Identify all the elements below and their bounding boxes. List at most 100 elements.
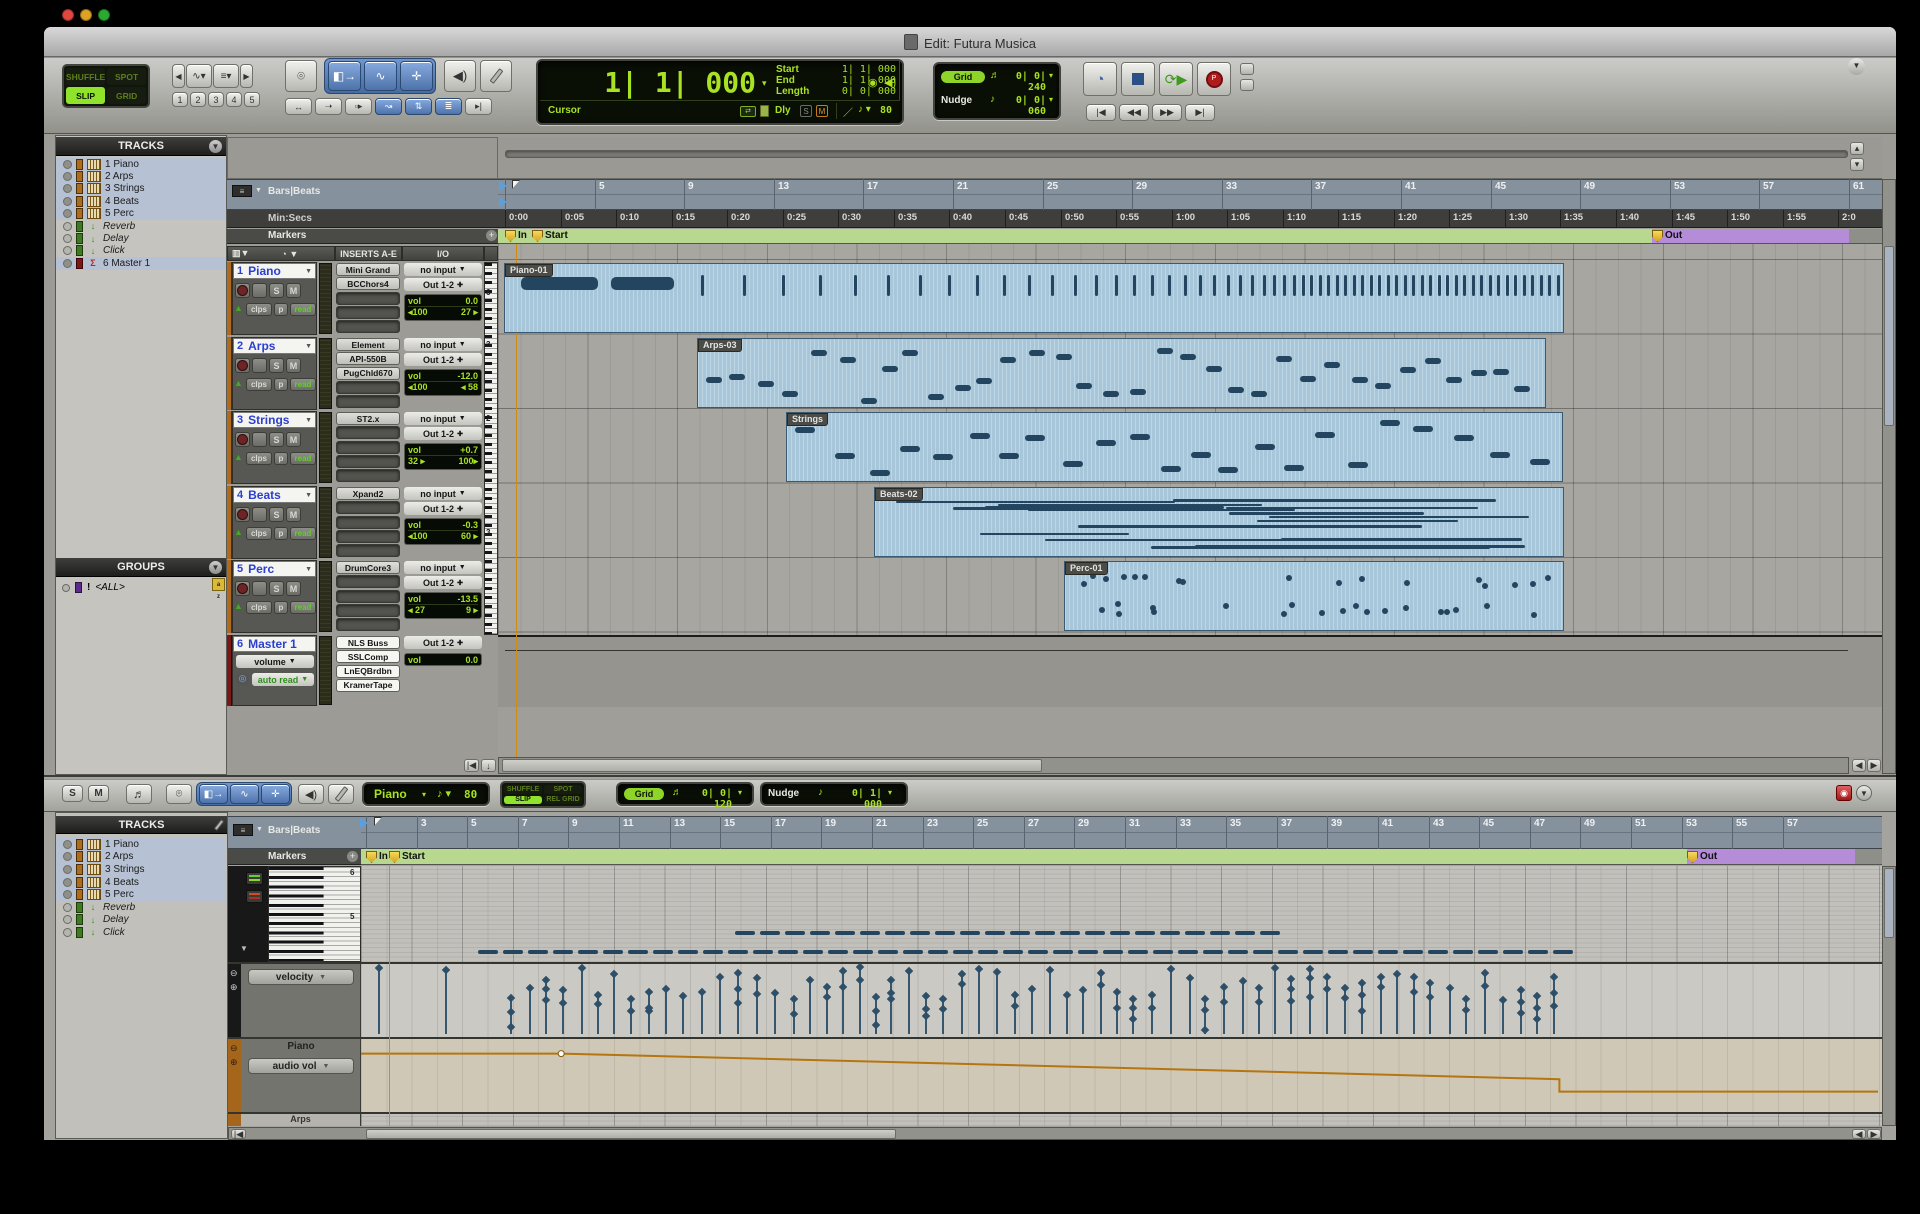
insert-empty-slot[interactable] — [336, 618, 400, 631]
velocity-stem[interactable] — [445, 970, 447, 1034]
velocity-stem[interactable] — [682, 996, 684, 1034]
midi-note[interactable] — [1210, 931, 1230, 935]
insert-empty-slot[interactable] — [336, 395, 400, 408]
editor-hscroll-thumb[interactable] — [366, 1129, 896, 1139]
midi-merge-icon[interactable]: ◉ — [868, 76, 878, 89]
automation-mode-button[interactable]: read — [290, 527, 316, 540]
clip-piano-01[interactable]: Piano-01 — [504, 263, 1564, 333]
velocity-stem[interactable] — [1396, 974, 1398, 1034]
midi-note[interactable] — [1428, 950, 1448, 954]
midi-note[interactable] — [678, 950, 698, 954]
play-button[interactable]: ⟳▶ — [1159, 62, 1193, 96]
midi-note[interactable] — [1228, 950, 1248, 954]
mute-button[interactable]: M — [286, 432, 301, 447]
editor-solo-button[interactable]: S — [62, 785, 83, 802]
timeline-insertion-icon[interactable]: ⇄ — [740, 106, 756, 117]
midi-note[interactable] — [1528, 950, 1548, 954]
grabber-tool-button[interactable]: ✛ — [400, 61, 433, 91]
piano-roll-grid[interactable] — [361, 866, 1882, 962]
auto-enable-icon[interactable]: ◎ — [236, 673, 249, 686]
velocity-stem[interactable] — [1116, 992, 1118, 1034]
midi-note[interactable] — [1078, 950, 1098, 954]
fast-forward-button[interactable]: ▶▶ — [1152, 104, 1182, 121]
midi-note[interactable] — [853, 950, 873, 954]
midi-note[interactable] — [1135, 931, 1155, 935]
insert-xpand2[interactable]: Xpand2 — [336, 487, 400, 500]
midi-note[interactable] — [1103, 950, 1123, 954]
midi-note[interactable] — [835, 931, 855, 935]
edit-list-pencil-icon[interactable] — [217, 819, 221, 834]
editor-add-marker-button[interactable]: + — [347, 851, 358, 862]
midi-note[interactable] — [778, 950, 798, 954]
zoom-preset-5[interactable]: 5 — [244, 92, 260, 107]
playlist-button[interactable]: p — [274, 527, 288, 540]
midi-note[interactable] — [1060, 931, 1080, 935]
midi-note[interactable] — [1260, 931, 1280, 935]
editor-mode-spot[interactable]: SPOT — [544, 785, 582, 794]
editor-grid-value[interactable]: 0| 0| 120 — [684, 788, 732, 810]
midi-note[interactable] — [978, 950, 998, 954]
velocity-stem[interactable] — [996, 972, 998, 1034]
insert-empty-slot[interactable] — [336, 306, 400, 319]
volume-pan-display[interactable]: vol0.0 — [404, 653, 482, 666]
insert-empty-slot[interactable] — [336, 381, 400, 394]
insert-empty-slot[interactable] — [336, 604, 400, 617]
midi-note[interactable] — [1160, 931, 1180, 935]
insert-empty-slot[interactable] — [336, 575, 400, 588]
midi-note[interactable] — [1028, 950, 1048, 954]
velocity-stem[interactable] — [1170, 969, 1172, 1034]
output-selector[interactable]: Out 1-2✚ — [404, 427, 482, 440]
editor-grid-dropdown[interactable]: ▾ — [738, 788, 742, 797]
hscroll-right-arrow[interactable]: ▶ — [1867, 759, 1881, 772]
midi-note[interactable] — [728, 950, 748, 954]
stop-button[interactable] — [1121, 62, 1155, 96]
mode-shuffle-button[interactable]: SHUFFLE — [66, 68, 105, 85]
session-overview-bar[interactable] — [505, 150, 1848, 158]
velocity-stem[interactable] — [529, 988, 531, 1034]
midi-note[interactable] — [1553, 950, 1573, 954]
velocity-lane-selector[interactable]: velocity▼ — [248, 969, 354, 985]
editor-hscroll-left[interactable]: ◀ — [1852, 1129, 1866, 1139]
editor-note-value-icon[interactable]: ♪ ▾ — [437, 787, 451, 800]
editor-grid-button[interactable]: Grid — [624, 788, 664, 800]
sidebar-item-5-perc[interactable]: 5 Perc — [56, 208, 226, 220]
rail-collapse-icon[interactable]: ▼ — [240, 944, 248, 953]
velocity-stem[interactable] — [630, 999, 632, 1034]
nudge-value[interactable]: 0| 0| 060 — [1000, 95, 1046, 117]
track-name-arps[interactable]: 2Arps▼ — [233, 338, 316, 354]
midi-note[interactable] — [1303, 950, 1323, 954]
editor-pencil-tool[interactable] — [328, 784, 354, 804]
zoom-horizontal-out-button[interactable]: ◀ — [172, 64, 185, 88]
sidebar-item-2-arps[interactable]: 2 Arps — [56, 851, 226, 864]
hscroll-left-arrow[interactable]: ◀ — [1852, 759, 1866, 772]
mute-button[interactable]: M — [286, 507, 301, 522]
midi-note[interactable] — [1178, 950, 1198, 954]
insert-api-550b[interactable]: API-550B — [336, 352, 400, 365]
zoom-preset-2[interactable]: 2 — [190, 92, 206, 107]
midi-note[interactable] — [1253, 950, 1273, 954]
mode-slip-button[interactable]: SLIP — [66, 87, 105, 104]
track-keyboard-strip[interactable] — [484, 262, 498, 635]
insert-empty-slot[interactable] — [336, 426, 400, 439]
elastic-audio-icon[interactable]: ▲ — [234, 527, 244, 540]
sidebar-item-1-piano[interactable]: 1 Piano — [56, 158, 226, 170]
playhead-icon[interactable] — [499, 197, 507, 207]
record-enable-button[interactable] — [235, 432, 250, 447]
playlist-button[interactable]: p — [274, 378, 288, 391]
zoomer-tool-button[interactable]: ⌾ — [285, 60, 317, 92]
input-selector[interactable]: no input▼ — [404, 338, 482, 351]
midi-note[interactable] — [885, 931, 905, 935]
velocity-stem[interactable] — [1151, 995, 1153, 1034]
input-monitor-button[interactable] — [252, 432, 267, 447]
midi-note[interactable] — [953, 950, 973, 954]
insert-empty-slot[interactable] — [336, 455, 400, 468]
track-name-strings[interactable]: 3Strings▼ — [233, 412, 316, 428]
grid-mode-button[interactable]: Grid — [941, 71, 985, 83]
midi-note[interactable] — [653, 950, 673, 954]
transport-expand-button-1[interactable] — [1240, 63, 1254, 75]
output-selector[interactable]: Out 1-2✚ — [404, 636, 482, 649]
volume-pan-display[interactable]: vol-0.3◂10060 ▸ — [404, 518, 482, 545]
group-row-all[interactable]: ! <ALL> — [56, 580, 226, 595]
editor-mode-shuffle[interactable]: SHUFFLE — [504, 785, 542, 794]
solo-button[interactable]: S — [269, 283, 284, 298]
